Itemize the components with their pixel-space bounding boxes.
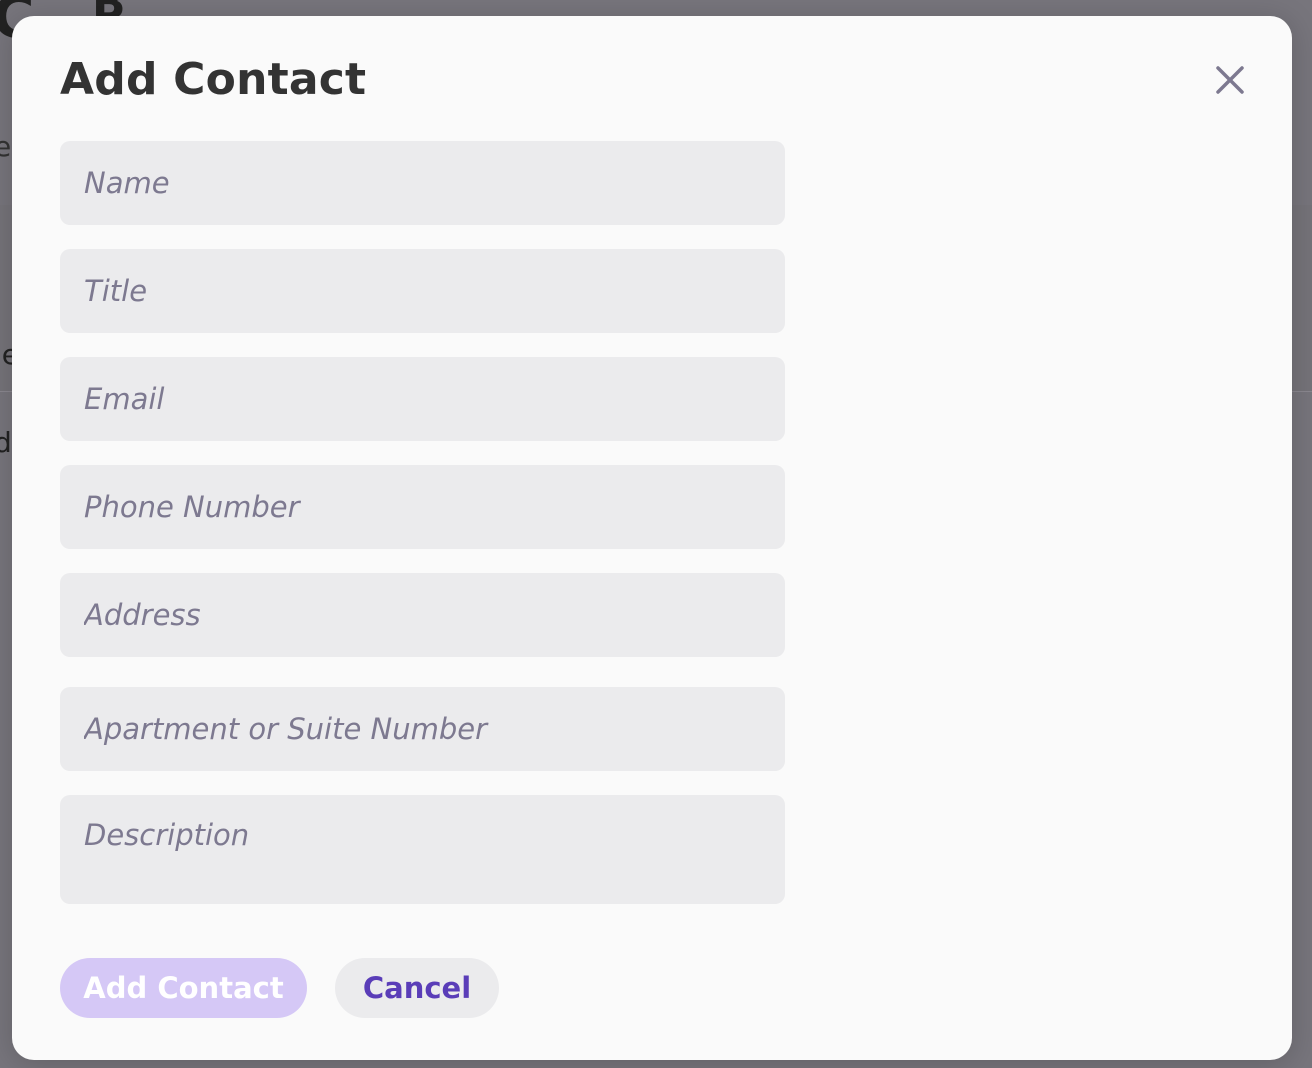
background-text: d (0, 426, 12, 459)
name-field[interactable] (60, 141, 785, 225)
dialog-title: Add Contact (60, 54, 367, 105)
add-contact-button[interactable]: Add Contact (60, 958, 307, 1018)
background-text: e (0, 130, 12, 163)
description-field[interactable] (60, 795, 785, 904)
close-button[interactable] (1210, 60, 1250, 100)
add-contact-dialog: Add Contact Add Contact Cancel (12, 16, 1292, 1060)
cancel-button[interactable]: Cancel (335, 958, 499, 1018)
address-field[interactable] (60, 573, 785, 657)
close-icon (1216, 66, 1244, 94)
email-field[interactable] (60, 357, 785, 441)
apartment-suite-field[interactable] (60, 687, 785, 771)
phone-number-field[interactable] (60, 465, 785, 549)
title-field[interactable] (60, 249, 785, 333)
